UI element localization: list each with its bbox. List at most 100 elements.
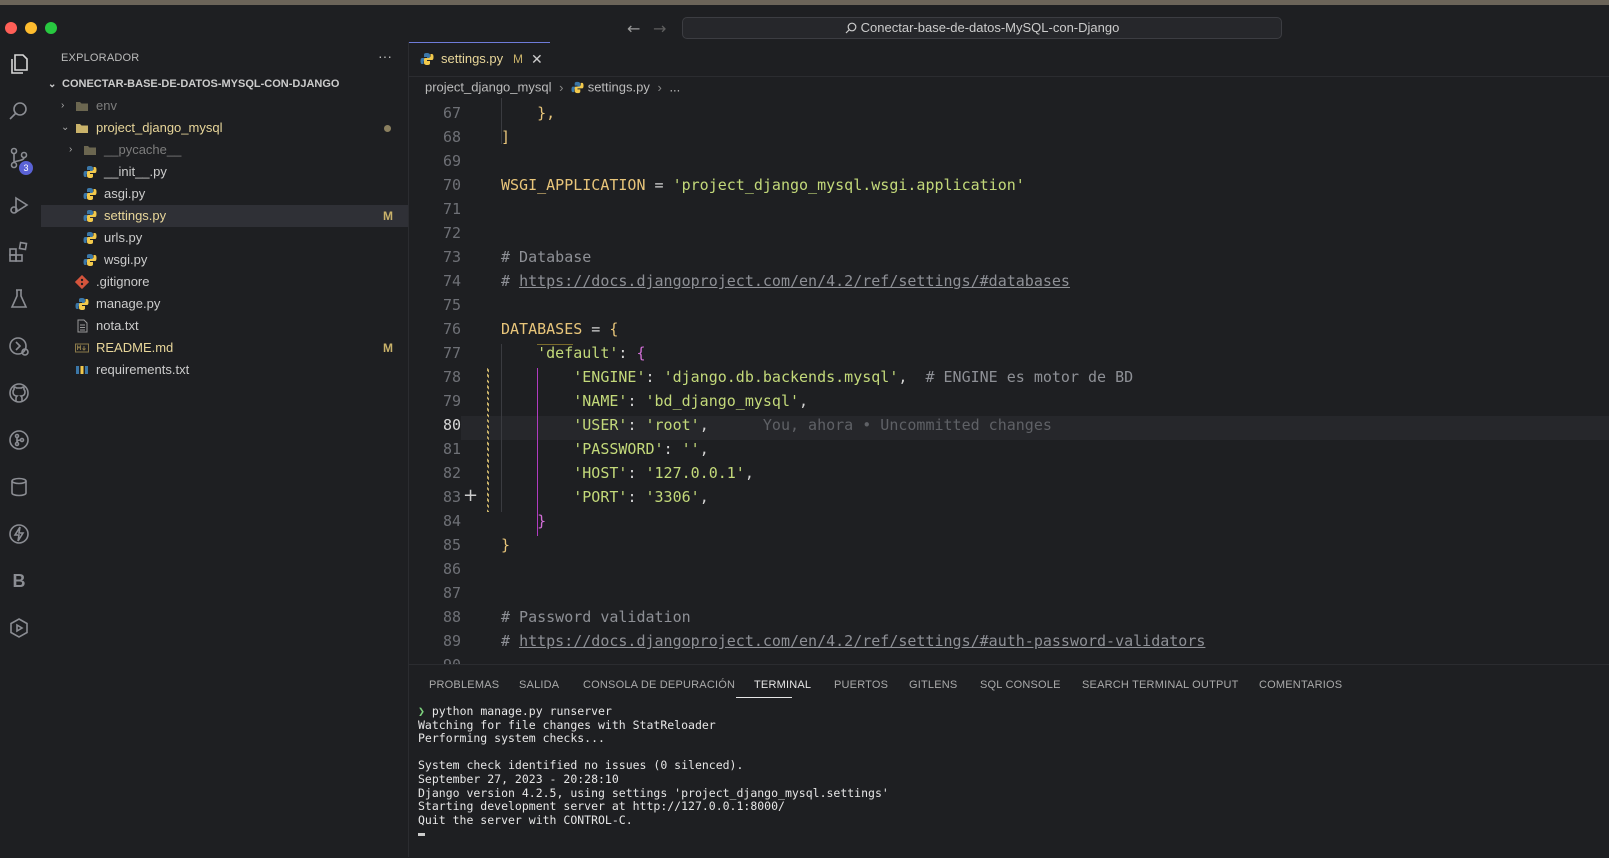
docs-link[interactable]: https://docs.djangoproject.com/en/4.2/re… [519,632,1205,650]
code-token: : [663,440,682,458]
chevron-right-icon: › [69,144,73,155]
remote-explorer-icon[interactable] [5,332,33,360]
code-token: # [501,272,520,290]
command-center-label: Conectar-base-de-datos-MySQL-con-Django [860,20,1120,35]
tab-sql-console[interactable]: SQL CONSOLE [980,679,1061,691]
python-icon [83,166,97,178]
more-actions-icon[interactable]: ··· [378,48,392,64]
code-line-77: 'default': { [501,344,646,362]
code-editor[interactable]: 67 68 69 70 71 72 73 74 75 76 77 78 79 8… [409,98,1609,706]
line-number: 88 [442,608,461,626]
code-token: , [799,392,809,410]
sql-tools-icon[interactable] [5,614,33,642]
tab-salida[interactable]: SALIDA [519,679,559,691]
command-center-search[interactable]: Conectar-base-de-datos-MySQL-con-Django [682,17,1282,39]
code-token: # ENGINE es motor de BD [925,368,1134,386]
tab-problemas[interactable]: PROBLEMAS [429,679,499,691]
tree-item-nota-txt[interactable]: nota.txt [41,315,408,337]
testing-icon[interactable] [5,285,33,313]
line-number: 72 [442,224,461,242]
tab-puertos[interactable]: PUERTOS [834,679,888,691]
search-icon[interactable] [5,97,33,125]
tree-item-label: README.md [96,340,174,355]
modified-badge: M [383,341,393,355]
maximize-window-button[interactable] [45,22,57,34]
requirements-icon [76,366,88,374]
tab-gitlens[interactable]: GITLENS [909,679,957,691]
close-window-button[interactable] [5,22,17,34]
git-blame-annotation[interactable]: You, ahora • Uncommitted changes [763,416,1052,434]
code-token: } [537,512,547,530]
code-line-73: # Database [501,248,591,266]
bootstrap-icon[interactable]: B [5,567,33,595]
code-token: { [609,320,619,338]
code-token: 'ENGINE' [573,368,646,386]
python-icon [83,232,97,244]
tree-item-manage-py[interactable]: manage.py [41,293,408,315]
tree-item-init-py[interactable]: __init__.py [41,161,408,183]
code-token: : [627,416,646,434]
line-number: 77 [442,344,461,362]
minimize-window-button[interactable] [25,22,37,34]
tab-consola-depuracion[interactable]: CONSOLA DE DEPURACIÓN [583,679,735,691]
terminal-output[interactable]: ❯ python manage.py runserver Watching fo… [418,704,889,827]
breadcrumb-file[interactable]: settings.py [588,80,650,95]
terminal-line: System check identified no issues (0 sil… [418,758,744,773]
line-number: 78 [442,368,461,386]
add-comment-icon[interactable]: + [463,485,478,506]
close-icon[interactable]: ✕ [531,43,543,75]
extensions-icon[interactable] [5,238,33,266]
code-line-76: DATABASES = { [501,320,618,338]
tree-item-label: settings.py [104,208,167,223]
gitlens-icon[interactable] [5,426,33,454]
thunder-client-icon[interactable] [5,520,33,548]
tree-item-label: env [96,98,117,113]
code-token: # Database [501,248,592,266]
database-icon[interactable] [5,473,33,501]
tab-comentarios[interactable]: COMENTARIOS [1259,679,1342,691]
folder-icon [76,102,88,111]
tab-terminal[interactable]: TERMINAL [754,679,811,691]
gutter-change-marker[interactable] [487,368,489,512]
run-debug-icon[interactable] [5,191,33,219]
tree-item-env[interactable]: › env [41,95,408,117]
tree-item-label: __init__.py [104,164,167,179]
tree-item-pycache[interactable]: › __pycache__ [41,139,408,161]
terminal-line: Quit the server with CONTROL-C. [418,812,633,827]
breadcrumb-folder[interactable]: project_django_mysql [425,80,551,95]
terminal-line: Performing system checks... [418,731,605,746]
line-number: 80 [442,416,461,434]
tree-item-project-django-mysql[interactable]: ⌄ project_django_mysql [41,117,408,139]
tree-item-settings-py[interactable]: settings.py M [41,205,408,227]
tab-search-terminal-output[interactable]: SEARCH TERMINAL OUTPUT [1082,679,1239,691]
forward-arrow-icon[interactable]: → [653,19,666,38]
code-token: { [636,344,646,362]
breadcrumb: project_django_mysql › settings.py › ... [425,76,680,98]
code-line-81: 'PASSWORD': '', [501,440,708,458]
tree-item-wsgi-py[interactable]: wsgi.py [41,249,408,271]
workspace-root[interactable]: ⌄ CONECTAR-BASE-DE-DATOS-MYSQL-CON-DJANGO [48,78,339,90]
line-number: 69 [442,152,461,170]
docs-link[interactable]: https://docs.djangoproject.com/en/4.2/re… [519,272,1070,290]
tree-item-urls-py[interactable]: urls.py [41,227,408,249]
tree-item-gitignore[interactable]: .gitignore [41,271,408,293]
tab-settings-py[interactable]: settings.py M ✕ [409,42,550,76]
code-token: '127.0.0.1' [645,464,745,482]
tree-item-readme-md[interactable]: README.md M [41,337,408,359]
github-icon[interactable] [5,379,33,407]
code-token: 'default' [537,344,619,362]
modified-badge: M [383,209,393,223]
code-token: WSGI_APPLICATION [501,176,646,194]
code-token: 'NAME' [573,392,628,410]
tree-item-asgi-py[interactable]: asgi.py [41,183,408,205]
tree-item-requirements-txt[interactable]: requirements.txt [41,359,408,381]
code-token: }, [537,104,556,122]
code-line-68: ] [501,128,510,146]
back-arrow-icon[interactable]: ← [627,19,640,38]
code-token: , [898,368,926,386]
code-token: # [501,632,520,650]
chevron-right-icon: › [559,79,564,95]
explorer-icon[interactable] [5,50,33,78]
code-token: 'bd_django_mysql' [645,392,800,410]
breadcrumb-symbol[interactable]: ... [669,80,680,95]
